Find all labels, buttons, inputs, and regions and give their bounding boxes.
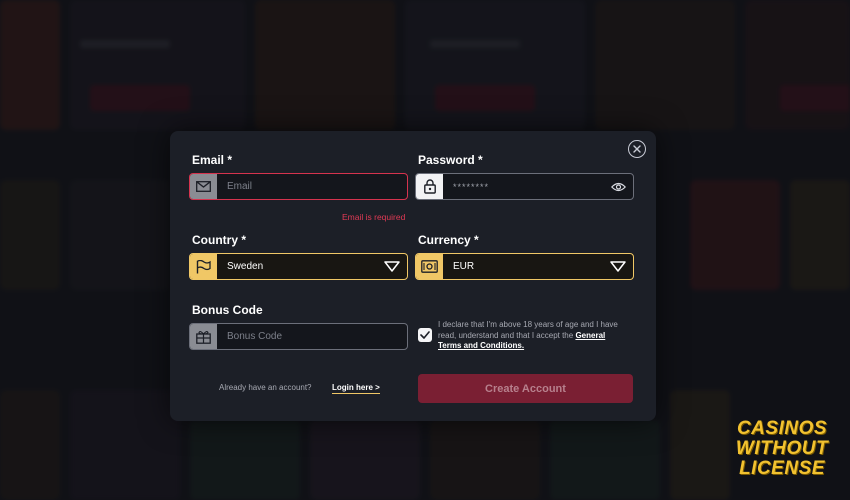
bonus-code-label: Bonus Code: [192, 303, 263, 317]
password-icon-box: [416, 174, 443, 199]
already-have-account-text: Already have an account?: [219, 383, 312, 392]
logo-line-2: WITHOUT: [735, 438, 829, 459]
country-value: Sweden: [227, 261, 264, 272]
gift-icon: [196, 330, 211, 344]
logo-line-3: LICENSE: [739, 458, 825, 479]
bonus-code-field[interactable]: [189, 323, 408, 350]
eye-icon: [610, 182, 626, 191]
age-terms-checkbox[interactable]: [418, 328, 432, 342]
money-icon: [421, 260, 438, 273]
email-input[interactable]: [217, 174, 407, 199]
triangle-down-icon: [610, 261, 626, 272]
toggle-password-visibility[interactable]: [603, 174, 633, 199]
country-icon-box: [190, 254, 217, 279]
currency-value: EUR: [453, 261, 475, 272]
currency-icon-box: [416, 254, 443, 279]
login-link[interactable]: Login here >: [332, 383, 380, 394]
email-icon-box: [190, 174, 217, 199]
close-button[interactable]: [628, 140, 646, 158]
close-icon: [633, 145, 641, 153]
flag-icon: [196, 259, 211, 273]
casinos-without-license-logo: CASINOS WITHOUT LICENSE: [732, 419, 832, 479]
password-field[interactable]: ********: [415, 173, 634, 200]
currency-label: Currency *: [418, 233, 479, 247]
email-field[interactable]: [189, 173, 408, 200]
lock-icon: [423, 179, 436, 194]
create-account-button[interactable]: Create Account: [418, 374, 633, 403]
email-error-message: Email is required: [342, 212, 406, 222]
bonus-icon-box: [190, 324, 217, 349]
currency-select[interactable]: EUR: [415, 253, 634, 280]
age-terms-declaration: I declare that I'm above 18 years of age…: [438, 320, 628, 352]
registration-modal: Email * Email is required Password * ***…: [170, 131, 656, 421]
country-select[interactable]: Sweden: [189, 253, 408, 280]
check-icon: [420, 331, 430, 339]
country-dropdown-toggle[interactable]: [377, 254, 407, 279]
country-label: Country *: [192, 233, 246, 247]
bonus-code-input[interactable]: [217, 324, 407, 349]
triangle-down-icon: [384, 261, 400, 272]
email-label: Email *: [192, 153, 233, 167]
password-label: Password *: [418, 153, 483, 167]
logo-line-1: CASINOS: [736, 418, 828, 439]
currency-dropdown-toggle[interactable]: [603, 254, 633, 279]
password-input[interactable]: ********: [443, 174, 603, 199]
envelope-icon: [196, 181, 211, 192]
